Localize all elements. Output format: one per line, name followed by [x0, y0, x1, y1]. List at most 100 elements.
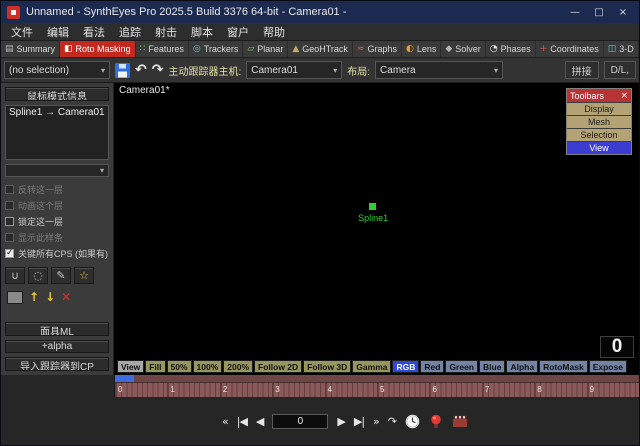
add-alpha-button[interactable]: +alpha	[5, 340, 109, 354]
spline-color-swatch[interactable]	[7, 291, 23, 304]
layout-value: Camera	[380, 65, 416, 76]
prev-key-button[interactable]: |◀	[237, 415, 247, 428]
clock-icon	[405, 414, 420, 429]
title-bar[interactable]: Unnamed - SynthEyes Pro 2025.5 Build 337…	[1, 1, 639, 23]
minimize-button[interactable]: —	[563, 2, 587, 22]
view-btn-alpha[interactable]: Alpha	[506, 360, 538, 373]
viewport-canvas[interactable]: Camera01* Spline1 Toolbars × DisplayMesh…	[114, 83, 639, 375]
tab-features[interactable]: ∷ Features	[136, 41, 189, 57]
view-btn-follow-2d[interactable]: Follow 2D	[254, 360, 302, 373]
view-btn-view[interactable]: View	[117, 360, 144, 373]
delete-spline-button[interactable]: ✕	[61, 290, 71, 304]
timeline-playbar[interactable]	[115, 375, 639, 383]
toolbar-panel-item-display[interactable]: Display	[567, 102, 631, 115]
menu-item[interactable]: 编辑	[40, 24, 76, 40]
timeline-ruler[interactable]: 0123456789	[115, 383, 639, 397]
redo-button[interactable]: ↷	[152, 62, 164, 78]
selection-dropdown[interactable]: (no selection)	[4, 61, 110, 79]
frame-field[interactable]: 0	[272, 414, 328, 429]
loop-button[interactable]: ↷	[388, 415, 396, 428]
tab-coordinates[interactable]: + Coordinates	[536, 41, 604, 57]
menu-item[interactable]: 帮助	[256, 24, 292, 40]
toolbars-panel-header[interactable]: Toolbars ×	[567, 89, 631, 102]
save-button[interactable]	[115, 63, 130, 78]
menu-item[interactable]: 看法	[76, 24, 112, 40]
spline-list-item[interactable]: Spline1 → Camera01	[7, 107, 107, 118]
redo-icon: ↷	[152, 62, 164, 78]
mouse-mode-info-button[interactable]: 鼠标模式信息	[5, 87, 109, 101]
import-trackers-button[interactable]: 导入跟踪器到CP	[5, 357, 109, 371]
toolbar-panel-item-selection[interactable]: Selection	[567, 128, 631, 141]
view-btn-red[interactable]: Red	[420, 360, 444, 373]
layer-dropdown[interactable]	[5, 164, 109, 177]
view-btn-200[interactable]: 200%	[223, 360, 253, 373]
tab-geohtrack[interactable]: ▲ GeoHTrack	[288, 41, 353, 57]
key-all-cps-checkbox[interactable]: 关键所有CPS (如果有)	[5, 247, 109, 260]
move-up-button[interactable]: ↑	[29, 290, 39, 304]
tab-lens[interactable]: ◐ Lens	[402, 41, 441, 57]
toolbar-panel-item-view[interactable]: View	[567, 141, 631, 154]
render-button[interactable]	[452, 414, 468, 428]
view-btn-rotomask[interactable]: RotoMask	[539, 360, 588, 373]
tab-summary[interactable]: ▤ Summary	[1, 41, 60, 57]
tab-phases[interactable]: ◔ Phases	[486, 41, 536, 57]
menu-item[interactable]: 追踪	[112, 24, 148, 40]
view-btn-green[interactable]: Green	[445, 360, 478, 373]
view-btn-50[interactable]: 50%	[167, 360, 192, 373]
spline-tracker[interactable]	[369, 203, 376, 210]
frame-counter: 0	[600, 336, 634, 358]
tab-solver[interactable]: ◆ Solver	[441, 41, 485, 57]
layout-dropdown[interactable]: Camera	[375, 61, 503, 79]
close-button[interactable]: ×	[611, 2, 635, 22]
menu-item[interactable]: 窗户	[220, 24, 256, 40]
view-btn-100[interactable]: 100%	[193, 360, 223, 373]
move-down-button[interactable]: ↓	[45, 290, 55, 304]
circle-tool-button[interactable]: ◌	[28, 267, 48, 284]
pen-tool-button[interactable]: ✎	[51, 267, 71, 284]
maximize-button[interactable]: □	[587, 2, 611, 22]
tab-bar: ▤ Summary ◧ Roto Masking ∷ Features ◎ Tr…	[1, 41, 639, 58]
jump-end-button[interactable]: »	[373, 415, 379, 428]
view-btn-fill[interactable]: Fill	[145, 360, 165, 373]
spline-list[interactable]: Spline1 → Camera01	[5, 105, 109, 160]
jump-start-button[interactable]: «	[222, 415, 228, 428]
main-area: 鼠标模式信息 Spline1 → Camera01 反转这一层	[1, 83, 639, 375]
undo-button[interactable]: ↶	[135, 62, 147, 78]
next-key-button[interactable]: ▶|	[354, 415, 364, 428]
invert-layer-checkbox[interactable]: 反转这一层	[5, 183, 109, 196]
view-btn-rgb[interactable]: RGB	[392, 360, 419, 373]
mask-ml-button[interactable]: 面具ML	[5, 322, 109, 336]
view-btn-gamma[interactable]: Gamma	[352, 360, 391, 373]
tab-3d[interactable]: ◫ 3-D	[604, 41, 639, 57]
dl-button[interactable]: D/L,	[604, 61, 636, 79]
wand-tool-button[interactable]: ☆	[74, 267, 94, 284]
play-button[interactable]: ▶	[337, 415, 344, 428]
lock-layer-checkbox[interactable]: 锁定这一层	[5, 215, 109, 228]
menu-item[interactable]: 文件	[4, 24, 40, 40]
view-btn-expose[interactable]: Expose	[589, 360, 627, 373]
show-spline-checkbox[interactable]: 显示此样条	[5, 231, 109, 244]
layout-label: 布局:	[347, 63, 370, 78]
toolbar-panel-item-mesh[interactable]: Mesh	[567, 115, 631, 128]
view-btn-follow-3d[interactable]: Follow 3D	[303, 360, 351, 373]
close-icon[interactable]: ×	[620, 91, 628, 101]
tab-roto-masking[interactable]: ◧ Roto Masking	[60, 41, 136, 57]
timeline-tick-label: 7	[482, 383, 534, 397]
menu-item[interactable]: 射击	[148, 24, 184, 40]
tab-planar[interactable]: ▱ Planar	[243, 41, 288, 57]
tab-graphs[interactable]: ≈ Graphs	[353, 41, 402, 57]
stoplight-button[interactable]	[429, 414, 443, 429]
active-host-dropdown[interactable]: Camera01	[246, 61, 342, 79]
clock-button[interactable]	[405, 414, 420, 429]
timeline-tick-label: 1	[167, 383, 219, 397]
animate-layer-checkbox[interactable]: 动画这个层	[5, 199, 109, 212]
tab-trackers[interactable]: ◎ Trackers	[189, 41, 244, 57]
timeline-track[interactable]: 0123456789	[114, 375, 639, 397]
menu-item[interactable]: 脚本	[184, 24, 220, 40]
view-btn-blue[interactable]: Blue	[479, 360, 505, 373]
timeline-playhead[interactable]	[115, 375, 134, 382]
timeline-tick-label: 6	[429, 383, 481, 397]
magnet-tool-button[interactable]: ∪	[5, 267, 25, 284]
prev-frame-button[interactable]: ◀	[256, 415, 263, 428]
stitch-button[interactable]: 拼接	[565, 61, 599, 79]
